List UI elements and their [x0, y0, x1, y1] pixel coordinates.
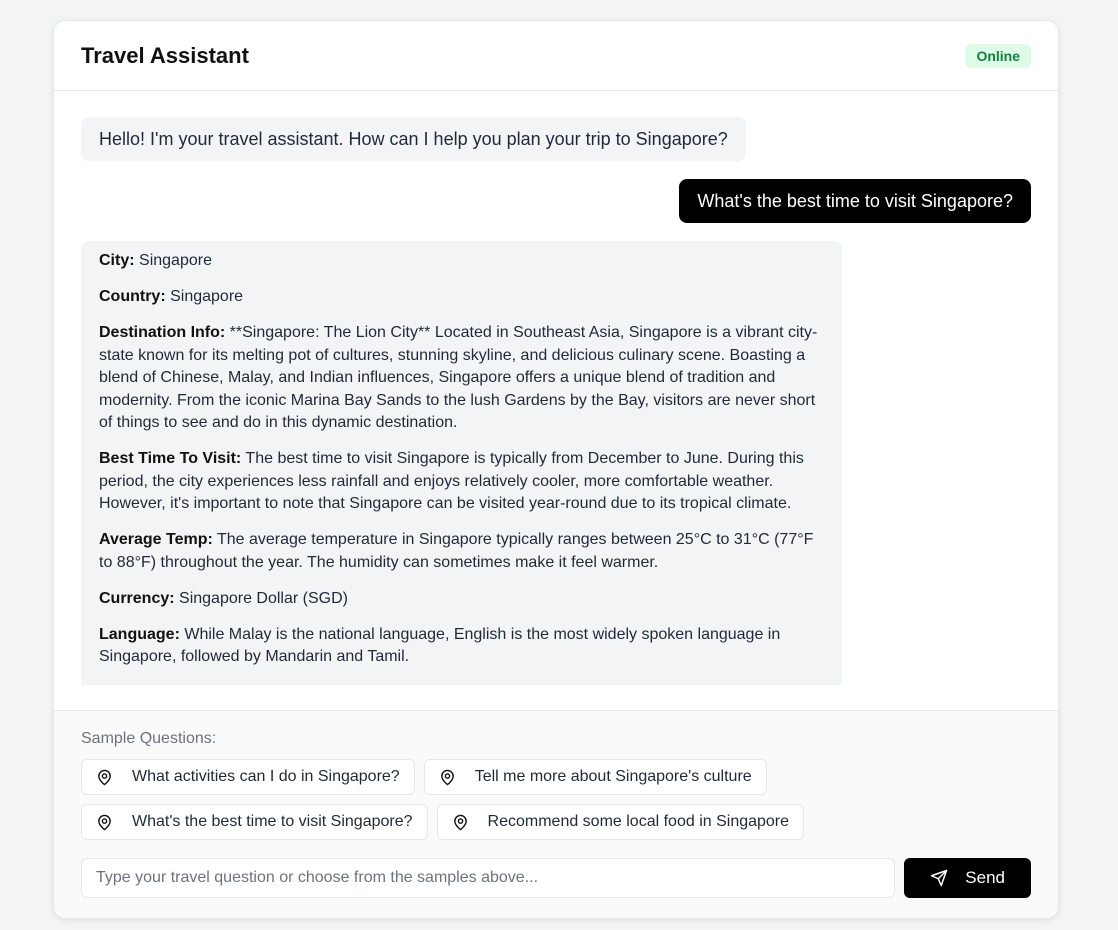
- info-label: Country:: [99, 288, 166, 305]
- info-country: Country: Singapore: [99, 286, 824, 309]
- map-pin-icon: [453, 814, 467, 830]
- composer-row: Send: [81, 858, 1031, 898]
- chat-header: Travel Assistant Online: [54, 21, 1058, 91]
- map-pin-icon: [98, 814, 111, 830]
- assistant-greeting-bubble: Hello! I'm your travel assistant. How ca…: [81, 117, 746, 161]
- map-pin-icon: [98, 769, 111, 785]
- info-label: Average Temp:: [99, 531, 213, 548]
- assistant-message-row: Hello! I'm your travel assistant. How ca…: [81, 117, 1031, 161]
- info-label: Currency:: [99, 589, 175, 607]
- user-message-row: What's the best time to visit Singapore?: [81, 179, 1031, 223]
- map-pin-icon: [440, 769, 454, 785]
- info-value: Singapore: [170, 288, 244, 305]
- info-currency: Currency: Singapore Dollar (SGD): [99, 588, 824, 611]
- send-button-label: Send: [965, 868, 1005, 887]
- send-icon: [931, 869, 948, 887]
- send-button[interactable]: Send: [904, 858, 1031, 898]
- status-badge: Online: [965, 43, 1031, 68]
- composer-area: Sample Questions: What activities can I …: [54, 710, 1058, 918]
- sample-question-activities[interactable]: What activities can I do in Singapore?: [81, 759, 415, 795]
- info-language: Language: While Malay is the national la…: [99, 624, 824, 669]
- info-average-temp: Average Temp: The average temperature in…: [99, 529, 824, 574]
- app-title: Travel Assistant: [81, 42, 249, 68]
- info-label: Language:: [99, 625, 180, 643]
- sample-questions: What activities can I do in Singapore? T…: [81, 759, 881, 840]
- info-best-time: Best Time To Visit: The best time to vis…: [99, 448, 824, 516]
- info-destination: Destination Info: **Singapore: The Lion …: [99, 322, 824, 435]
- chat-card: Travel Assistant Online Hello! I'm your …: [53, 20, 1059, 919]
- info-city: City: Singapore: [99, 250, 824, 273]
- info-value: Singapore: [139, 252, 212, 269]
- sample-question-culture[interactable]: Tell me more about Singapore's culture: [423, 759, 767, 795]
- destination-info-card: City: Singapore Country: Singapore Desti…: [81, 241, 842, 685]
- message-list[interactable]: Hello! I'm your travel assistant. How ca…: [54, 91, 1058, 712]
- sample-question-best-time[interactable]: What's the best time to visit Singapore?: [81, 804, 428, 840]
- sample-questions-label: Sample Questions:: [81, 730, 217, 747]
- info-label: City:: [99, 252, 135, 269]
- info-label: Destination Info:: [99, 324, 226, 341]
- sample-question-local-food[interactable]: Recommend some local food in Singapore: [436, 804, 805, 840]
- sample-question-label: What's the best time to visit Singapore?: [132, 813, 413, 830]
- user-message-bubble: What's the best time to visit Singapore?: [679, 179, 1031, 223]
- info-label: Best Time To Visit:: [99, 450, 242, 467]
- message-input[interactable]: [81, 858, 896, 898]
- sample-question-label: Recommend some local food in Singapore: [487, 813, 790, 830]
- info-value: Singapore Dollar (SGD): [179, 589, 348, 607]
- info-value: While Malay is the national language, En…: [99, 625, 781, 666]
- sample-question-label: Tell me more about Singapore's culture: [474, 768, 752, 785]
- sample-question-label: What activities can I do in Singapore?: [132, 768, 400, 785]
